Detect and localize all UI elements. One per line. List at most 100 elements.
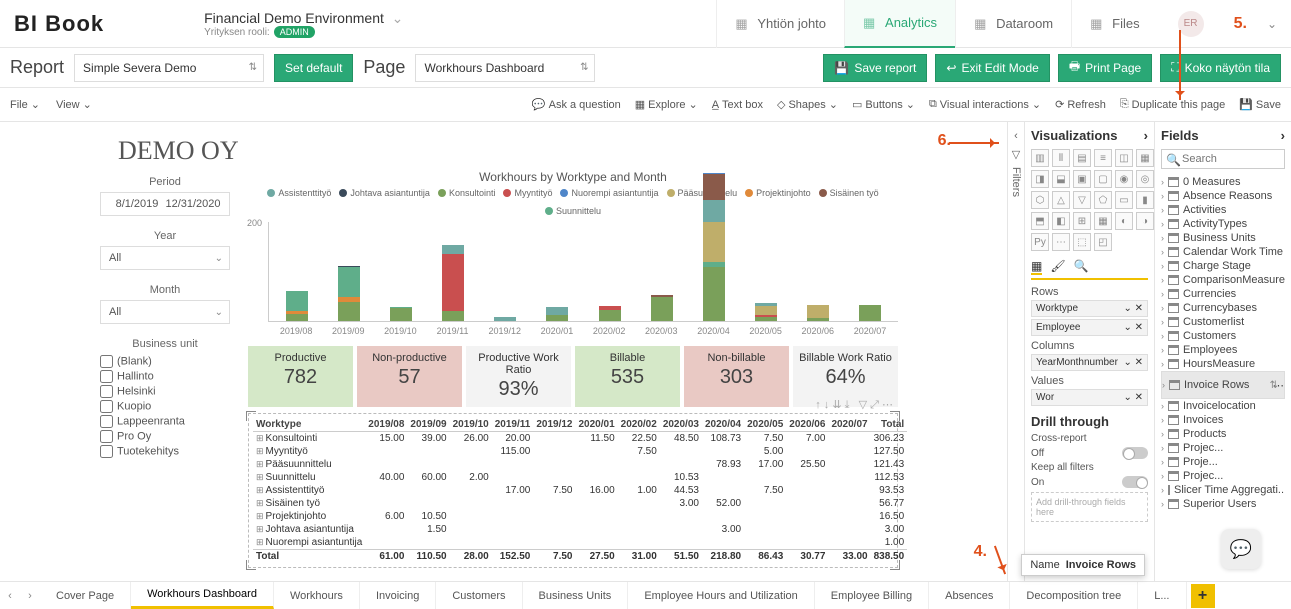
format-tab-icon[interactable]: 🖌 (1050, 259, 1065, 275)
explore-menu[interactable]: ▦ Explore ⌄ (635, 98, 698, 111)
field-item[interactable]: ›Projec... (1161, 441, 1285, 455)
ask-question-button[interactable]: 💬 Ask a question (532, 98, 621, 111)
viz-type-icon[interactable]: ⬒ (1031, 212, 1049, 230)
page-tab[interactable]: Workhours (274, 582, 360, 609)
field-item[interactable]: ›Customers (1161, 329, 1285, 343)
file-menu[interactable]: File ⌄ (10, 98, 40, 111)
page-tab[interactable]: L... (1138, 582, 1186, 609)
set-default-button[interactable]: Set default (274, 54, 353, 82)
viz-type-icon[interactable]: ▥ (1031, 149, 1049, 167)
visual-interactions-menu[interactable]: ⧉ Visual interactions ⌄ (929, 98, 1041, 111)
viz-type-icon[interactable]: ◰ (1094, 233, 1112, 251)
page-tab[interactable]: Employee Hours and Utilization (628, 582, 814, 609)
viz-type-icon[interactable]: ⬡ (1031, 191, 1049, 209)
legend-item[interactable]: Konsultointi (438, 188, 496, 198)
exit-edit-mode-button[interactable]: ↩ Exit Edit Mode (935, 54, 1049, 82)
page-tab[interactable]: Cover Page (40, 582, 131, 609)
legend-item[interactable]: Suunnittelu (545, 206, 601, 216)
legend-item[interactable]: Sisäinen työ (819, 188, 879, 198)
field-item[interactable]: ›Calendar Work Time (1161, 245, 1285, 259)
tab-scroll-right[interactable]: › (20, 590, 40, 602)
bu-check[interactable]: Lappeenranta (100, 414, 230, 429)
viz-type-icon[interactable]: ◫ (1115, 149, 1133, 167)
bu-check[interactable]: Hallinto (100, 369, 230, 384)
page-select[interactable]: Workhours Dashboard (415, 54, 595, 82)
viz-type-icon[interactable]: ▦ (1136, 149, 1154, 167)
field-item[interactable]: ›0 Measures (1161, 175, 1285, 189)
viz-type-icon[interactable]: ◐ (1115, 212, 1133, 230)
field-item[interactable]: ›Absence Reasons (1161, 189, 1285, 203)
field-item[interactable]: ›HoursMeasure (1161, 357, 1285, 371)
kpi-card[interactable]: Non-productive57 (357, 346, 462, 407)
report-select[interactable]: Simple Severa Demo (74, 54, 264, 82)
field-item[interactable]: ›Currencybases (1161, 301, 1285, 315)
topnav-files[interactable]: ▦Files (1071, 0, 1157, 48)
kpi-card[interactable]: Productive Work Ratio93% (466, 346, 571, 407)
bu-check[interactable]: Helsinki (100, 384, 230, 399)
field-item[interactable]: ›ComparisonMeasure (1161, 273, 1285, 287)
save-button[interactable]: 💾 Save (1239, 98, 1281, 111)
view-menu[interactable]: View ⌄ (56, 98, 92, 111)
field-item[interactable]: ›Activities (1161, 203, 1285, 217)
viz-type-icon[interactable]: ◑ (1136, 212, 1154, 230)
workhours-chart[interactable]: Workhours by Worktype and Month Assisten… (248, 170, 898, 336)
field-item[interactable]: ›Invoice Rows⋯ (1161, 371, 1285, 399)
field-item[interactable]: ›Invoices (1161, 413, 1285, 427)
viz-type-icon[interactable]: ▤ (1073, 149, 1091, 167)
bu-check[interactable]: (Blank) (100, 354, 230, 369)
viz-type-icon[interactable]: ⋯ (1052, 233, 1070, 251)
viz-type-icon[interactable]: ◨ (1031, 170, 1049, 188)
page-tab[interactable]: Decomposition tree (1010, 582, 1138, 609)
expand-filters-icon[interactable]: ‹ (1014, 130, 1018, 142)
page-tab[interactable]: Employee Billing (815, 582, 929, 609)
refresh-button[interactable]: ⟳ Refresh (1055, 98, 1106, 111)
text-box-button[interactable]: A̲ Text box (712, 99, 763, 111)
columns-field[interactable]: YearMonthnumber⌄ ✕ (1031, 354, 1148, 371)
cross-report-toggle[interactable] (1122, 447, 1148, 459)
slicer-period[interactable]: Period 8/1/201912/31/2020 (100, 172, 230, 216)
page-tab[interactable]: Business Units (523, 582, 629, 609)
bu-check[interactable]: Pro Oy (100, 429, 230, 444)
collapse-fields-icon[interactable]: › (1281, 128, 1285, 143)
matrix-toolbar[interactable]: ↑ ↓ ⇊ ⤓ ▽ ⤢ ⋯ (815, 398, 893, 412)
topnav-analytics[interactable]: ▦Analytics (844, 0, 955, 48)
viz-type-icon[interactable]: ⬚ (1073, 233, 1091, 251)
user-menu-chevron[interactable]: ⌄ (1267, 17, 1277, 31)
slicer-business-unit[interactable]: Business unit (Blank)HallintoHelsinkiKuo… (100, 334, 230, 459)
viz-type-icon[interactable]: Py (1031, 233, 1049, 251)
legend-item[interactable]: Myyntityö (503, 188, 552, 198)
topnav-yhtiön johto[interactable]: ▦Yhtiön johto (716, 0, 844, 48)
collapse-viz-icon[interactable]: › (1144, 128, 1148, 143)
field-item[interactable]: ›Customerlist (1161, 315, 1285, 329)
add-page-button[interactable]: + (1191, 584, 1215, 608)
page-tab[interactable]: Absences (929, 582, 1010, 609)
legend-item[interactable]: Johtava asiantuntija (339, 188, 430, 198)
viz-type-icon[interactable]: ▮ (1136, 191, 1154, 209)
viz-type-icon[interactable]: ⬠ (1094, 191, 1112, 209)
viz-type-icon[interactable]: △ (1052, 191, 1070, 209)
kpi-card[interactable]: Productive782 (248, 346, 353, 407)
buttons-menu[interactable]: ▭ Buttons ⌄ (852, 98, 915, 111)
shapes-menu[interactable]: ◇ Shapes ⌄ (777, 98, 838, 111)
viz-type-icon[interactable]: ⊞ (1073, 212, 1091, 230)
page-tab[interactable]: Invoicing (360, 582, 436, 609)
environment-selector[interactable]: Financial Demo Environment ⌄ Yrityksen r… (204, 10, 403, 38)
field-item[interactable]: ›Currencies (1161, 287, 1285, 301)
viz-type-icon[interactable]: ⫴ (1052, 149, 1070, 167)
slicer-year[interactable]: Year All⌄ (100, 226, 230, 270)
field-item[interactable]: ›Superior Users (1161, 497, 1285, 511)
field-item[interactable]: ›Products (1161, 427, 1285, 441)
legend-item[interactable]: Assistenttityö (267, 188, 331, 198)
tab-scroll-left[interactable]: ‹ (0, 590, 20, 602)
field-item[interactable]: ›Charge Stage (1161, 259, 1285, 273)
page-tab[interactable]: Workhours Dashboard (131, 582, 274, 609)
bu-check[interactable]: Kuopio (100, 399, 230, 414)
bu-check[interactable]: Tuotekehitys (100, 444, 230, 459)
drillthrough-dropzone[interactable]: Add drill-through fields here (1031, 492, 1148, 522)
analytics-tab-icon[interactable]: 🔍 (1074, 259, 1089, 275)
field-item[interactable]: ›ActivityTypes (1161, 217, 1285, 231)
rows-field[interactable]: Employee⌄ ✕ (1031, 319, 1148, 336)
legend-item[interactable]: Projektinjohto (745, 188, 811, 198)
viz-type-icon[interactable]: ◉ (1115, 170, 1133, 188)
viz-type-icon[interactable]: ⬓ (1052, 170, 1070, 188)
